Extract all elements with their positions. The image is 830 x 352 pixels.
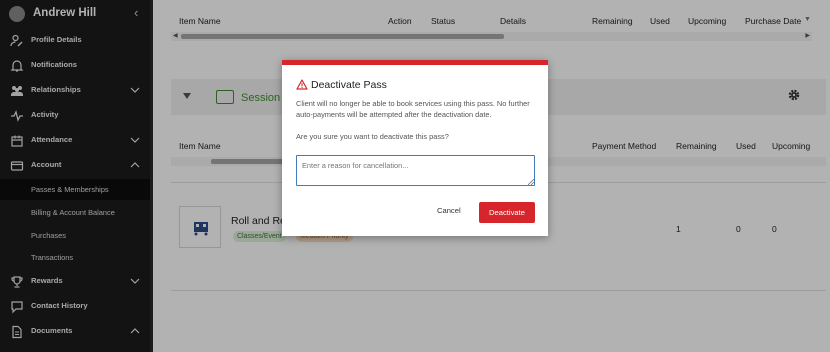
warning-icon (296, 79, 308, 90)
dialog-description: Client will no longer be able to book se… (296, 99, 530, 119)
cancellation-reason-input[interactable] (296, 155, 535, 186)
dialog-confirm-question: Are you sure you want to deactivate this… (296, 132, 449, 141)
dialog-title: Deactivate Pass (311, 79, 387, 91)
deactivate-button[interactable]: Deactivate (479, 202, 535, 223)
cancel-button[interactable]: Cancel (437, 206, 461, 215)
deactivate-pass-dialog: Deactivate Pass Client will no longer be… (282, 60, 548, 236)
resize-handle-icon[interactable] (528, 179, 534, 185)
